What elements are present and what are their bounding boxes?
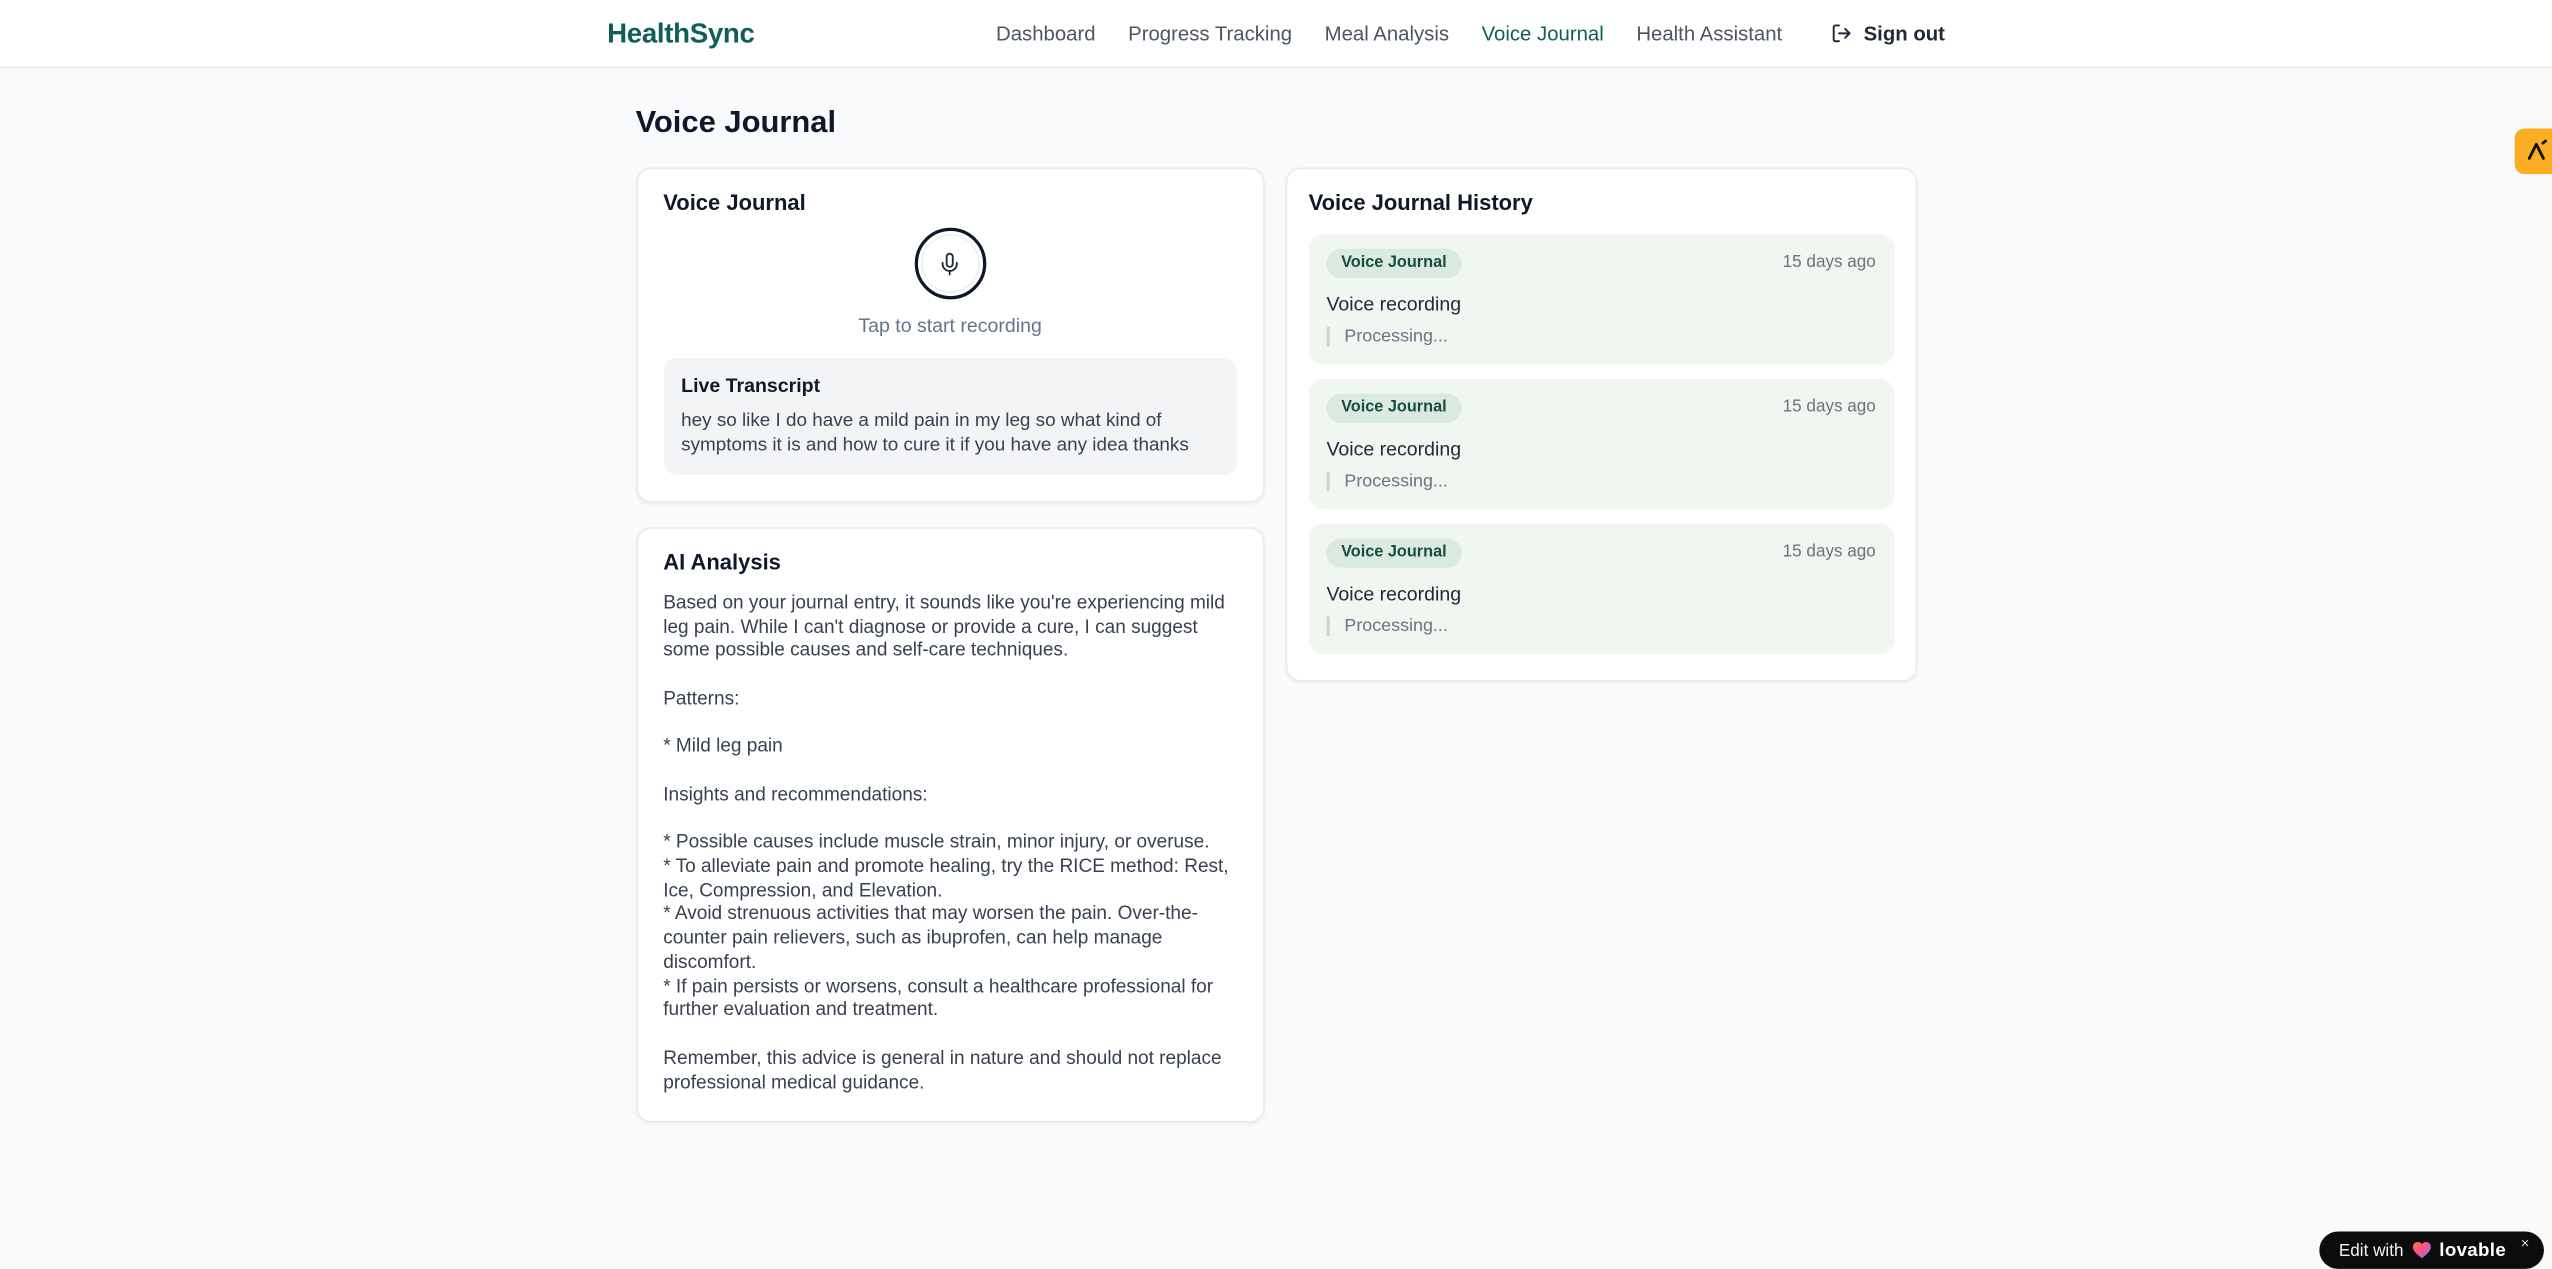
microphone-icon bbox=[938, 251, 962, 275]
log-out-icon bbox=[1831, 23, 1852, 44]
tap-to-record-hint: Tap to start recording bbox=[858, 313, 1042, 337]
lovable-prefix-label: Edit with bbox=[2338, 1240, 2404, 1260]
left-column: Voice Journal Tap to start recording Liv… bbox=[635, 167, 1265, 1123]
app-root: HealthSync Dashboard Progress Tracking M… bbox=[0, 0, 2552, 1269]
entry-type-badge: Voice Journal bbox=[1326, 248, 1462, 279]
top-navigation-bar: HealthSync Dashboard Progress Tracking M… bbox=[0, 0, 2552, 69]
nav-item-progress-tracking[interactable]: Progress Tracking bbox=[1128, 22, 1292, 45]
sign-out-label: Sign out bbox=[1863, 21, 1945, 45]
entry-timestamp: 15 days ago bbox=[1782, 396, 1876, 417]
entry-text: Voice recording bbox=[1326, 582, 1462, 606]
entry-header: Voice Journal 15 days ago bbox=[1326, 393, 1876, 423]
history-entry: Voice Journal 15 days ago Voice recordin… bbox=[1308, 379, 1894, 510]
nav-item-health-assistant[interactable]: Health Assistant bbox=[1636, 22, 1782, 45]
entry-type-badge: Voice Journal bbox=[1326, 538, 1462, 568]
brand-logo[interactable]: HealthSync bbox=[607, 17, 755, 50]
entry-timestamp: 15 days ago bbox=[1782, 252, 1876, 272]
live-transcript-title: Live Transcript bbox=[681, 374, 821, 397]
nav-item-dashboard[interactable]: Dashboard bbox=[996, 22, 1096, 45]
gradient-heart-icon bbox=[2412, 1241, 2432, 1259]
content-grid: Voice Journal Tap to start recording Liv… bbox=[635, 167, 1917, 1123]
entry-type-badge: Voice Journal bbox=[1326, 393, 1462, 423]
live-transcript-box: Live Transcript hey so like I do have a … bbox=[663, 357, 1237, 475]
side-extension-badge[interactable] bbox=[2514, 128, 2552, 175]
history-title: Voice Journal History bbox=[1308, 190, 1533, 215]
recorder-card-title: Voice Journal bbox=[663, 190, 806, 215]
entry-header: Voice Journal 15 days ago bbox=[1326, 538, 1876, 568]
entry-text: Voice recording bbox=[1326, 292, 1462, 316]
nav-item-voice-journal[interactable]: Voice Journal bbox=[1482, 22, 1604, 45]
history-entries: Voice Journal 15 days ago Voice recordin… bbox=[1308, 234, 1894, 654]
lovable-brand-label: lovable bbox=[2439, 1240, 2507, 1260]
main-content: Voice Journal Voice Journal Tap to start… bbox=[635, 68, 1917, 1123]
edit-with-lovable-badge[interactable]: Edit with lovable × bbox=[2319, 1231, 2544, 1269]
entry-text: Voice recording bbox=[1326, 437, 1462, 461]
sign-out-button[interactable]: Sign out bbox=[1831, 22, 1945, 45]
voice-journal-history-card: Voice Journal History Voice Journal 15 d… bbox=[1285, 167, 1917, 682]
live-transcript-text: hey so like I do have a mild pain in my … bbox=[681, 409, 1189, 457]
entry-status: Processing... bbox=[1326, 326, 1875, 347]
history-entry: Voice Journal 15 days ago Voice recordin… bbox=[1308, 523, 1894, 654]
ai-analysis-card: AI Analysis Based on your journal entry,… bbox=[635, 526, 1265, 1123]
entry-timestamp: 15 days ago bbox=[1782, 541, 1876, 562]
ai-analysis-title: AI Analysis bbox=[663, 549, 781, 574]
nav-item-meal-analysis[interactable]: Meal Analysis bbox=[1325, 22, 1449, 45]
voice-recorder-card: Voice Journal Tap to start recording Liv… bbox=[635, 167, 1265, 503]
main-nav: Dashboard Progress Tracking Meal Analysi… bbox=[996, 22, 1945, 45]
entry-status: Processing... bbox=[1326, 471, 1875, 492]
entry-header: Voice Journal 15 days ago bbox=[1326, 248, 1876, 279]
page-title: Voice Journal bbox=[635, 105, 837, 140]
record-button[interactable] bbox=[914, 227, 986, 300]
lovable-close-icon[interactable]: × bbox=[2521, 1234, 2530, 1250]
history-entry: Voice Journal 15 days ago Voice recordin… bbox=[1308, 234, 1894, 365]
entry-status: Processing... bbox=[1326, 616, 1875, 637]
topbar-inner: HealthSync Dashboard Progress Tracking M… bbox=[607, 17, 1945, 50]
ai-analysis-body: Based on your journal entry, it sounds l… bbox=[663, 591, 1229, 1093]
recording-area: Tap to start recording bbox=[663, 227, 1237, 337]
extension-logo-icon bbox=[2524, 138, 2550, 164]
